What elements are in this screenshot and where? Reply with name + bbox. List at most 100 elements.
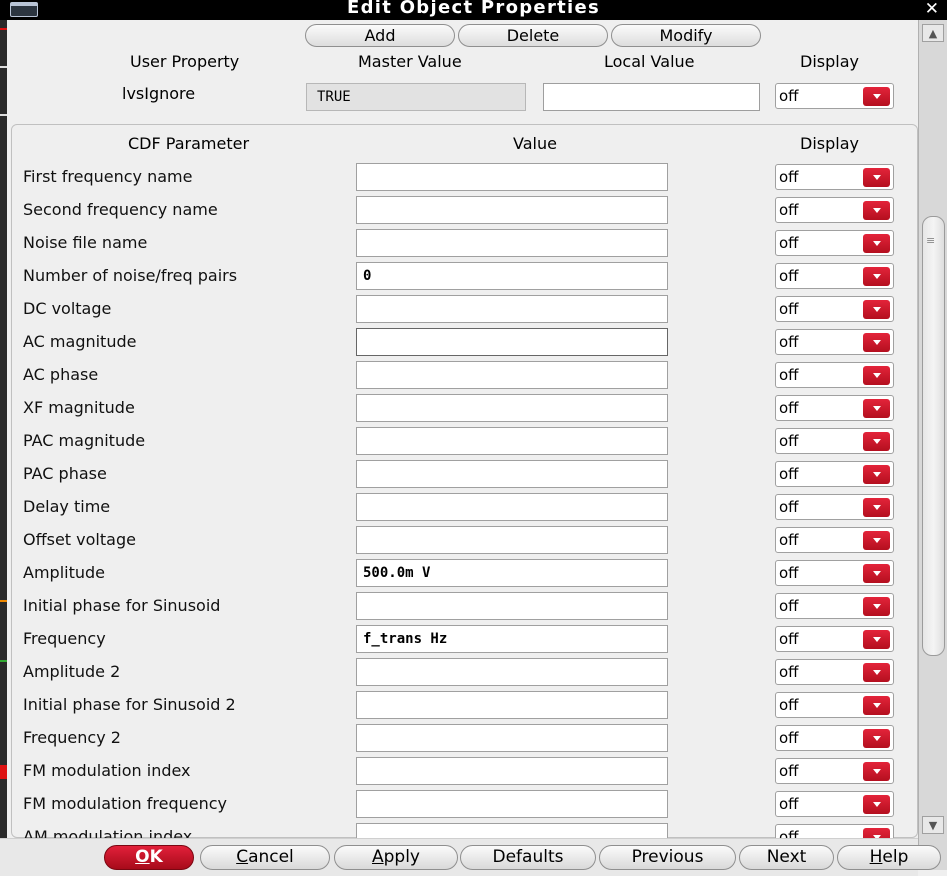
chevron-down-icon[interactable] [863,762,890,781]
param-display-value: off [779,795,799,813]
chevron-down-icon[interactable] [863,432,890,451]
chevron-down-icon[interactable] [863,366,890,385]
user-display-select[interactable]: off [775,83,894,109]
apply-button[interactable]: Apply [334,845,458,870]
param-display-select[interactable]: off [775,560,894,586]
param-display-select[interactable]: off [775,428,894,454]
param-value-input[interactable] [356,724,668,752]
param-display-select[interactable]: off [775,593,894,619]
chevron-down-icon[interactable] [863,333,890,352]
scroll-down-icon[interactable]: ▼ [922,816,944,834]
param-display-select[interactable]: off [775,659,894,685]
chevron-down-icon[interactable] [863,828,890,838]
chevron-down-icon[interactable] [863,531,890,550]
param-label: Noise file name [23,233,148,252]
chevron-down-icon[interactable] [863,465,890,484]
chevron-down-icon[interactable] [863,663,890,682]
chevron-down-icon[interactable] [863,201,890,220]
param-value-input[interactable]: f_trans Hz [356,625,668,653]
chevron-down-icon[interactable] [863,498,890,517]
window-title: Edit Object Properties [346,0,601,18]
param-label: PAC magnitude [23,431,146,450]
close-icon[interactable]: ✕ [925,0,939,19]
chevron-down-icon[interactable] [863,87,890,106]
param-value-input[interactable] [356,394,668,422]
param-display-select[interactable]: off [775,824,894,838]
param-display-select[interactable]: off [775,263,894,289]
param-value-input[interactable] [356,757,668,785]
param-display-select[interactable]: off [775,461,894,487]
param-display-select[interactable]: off [775,692,894,718]
param-display-select[interactable]: off [775,758,894,784]
param-value-input[interactable] [356,163,668,191]
param-display-select[interactable]: off [775,296,894,322]
param-value-input[interactable] [356,691,668,719]
param-value-input[interactable] [356,658,668,686]
delete-button[interactable]: Delete [458,24,608,47]
param-value-input[interactable] [356,328,668,356]
help-button[interactable]: Help [837,845,941,870]
param-display-value: off [779,267,799,285]
title-bar[interactable]: Edit Object Properties ✕ [0,0,947,20]
chevron-down-icon[interactable] [863,696,890,715]
param-label: Initial phase for Sinusoid [23,596,221,615]
param-value-input[interactable] [356,823,668,838]
previous-button[interactable]: Previous [599,845,736,870]
param-value-input[interactable] [356,526,668,554]
cancel-button[interactable]: Cancel [200,845,330,870]
chevron-down-icon[interactable] [863,234,890,253]
param-label: AC magnitude [23,332,137,351]
chevron-down-icon[interactable] [863,597,890,616]
chevron-down-icon[interactable] [863,729,890,748]
param-value-input[interactable]: 0 [356,262,668,290]
param-value-input[interactable] [356,460,668,488]
chevron-down-icon[interactable] [863,630,890,649]
ok-button[interactable]: OK [104,845,194,870]
param-label: PAC phase [23,464,107,483]
param-value-input[interactable]: 500.0m V [356,559,668,587]
add-button[interactable]: Add [305,24,455,47]
param-value-input[interactable] [356,229,668,257]
param-value-input[interactable] [356,427,668,455]
grip-icon: ≡ [926,234,936,247]
scrollbar-thumb[interactable] [922,216,945,656]
chevron-down-icon[interactable] [863,564,890,583]
param-display-select[interactable]: off [775,626,894,652]
scroll-up-icon[interactable]: ▲ [922,24,944,42]
defaults-button[interactable]: Defaults [460,845,596,870]
modify-button[interactable]: Modify [611,24,761,47]
param-label: Offset voltage [23,530,136,549]
param-display-select[interactable]: off [775,527,894,553]
param-display-value: off [779,465,799,483]
param-value-input[interactable] [356,196,668,224]
param-value-input[interactable] [356,361,668,389]
param-display-select[interactable]: off [775,395,894,421]
param-display-select[interactable]: off [775,494,894,520]
param-display-select[interactable]: off [775,197,894,223]
param-display-select[interactable]: off [775,725,894,751]
chevron-down-icon[interactable] [863,168,890,187]
param-value-input[interactable] [356,790,668,818]
chevron-down-icon[interactable] [863,300,890,319]
param-value-input[interactable] [356,295,668,323]
chevron-down-icon[interactable] [863,267,890,286]
next-button[interactable]: Next [739,845,834,870]
param-value-input[interactable] [356,493,668,521]
form-scroll-area: Add Delete Modify User Property Master V… [8,20,918,838]
param-display-select[interactable]: off [775,329,894,355]
master-value-header: Master Value [358,52,462,71]
param-display-select[interactable]: off [775,230,894,256]
param-label: Delay time [23,497,111,516]
local-value-input[interactable] [543,83,760,111]
vertical-scrollbar[interactable]: ▲ ≡ ▼ [918,20,947,870]
param-display-select[interactable]: off [775,164,894,190]
param-label: Number of noise/freq pairs [23,266,238,285]
param-display-select[interactable]: off [775,362,894,388]
chevron-down-icon[interactable] [863,795,890,814]
chevron-down-icon[interactable] [863,399,890,418]
param-display-value: off [779,663,799,681]
background-window-edge [0,20,7,870]
param-display-value: off [779,366,799,384]
param-value-input[interactable] [356,592,668,620]
param-display-select[interactable]: off [775,791,894,817]
